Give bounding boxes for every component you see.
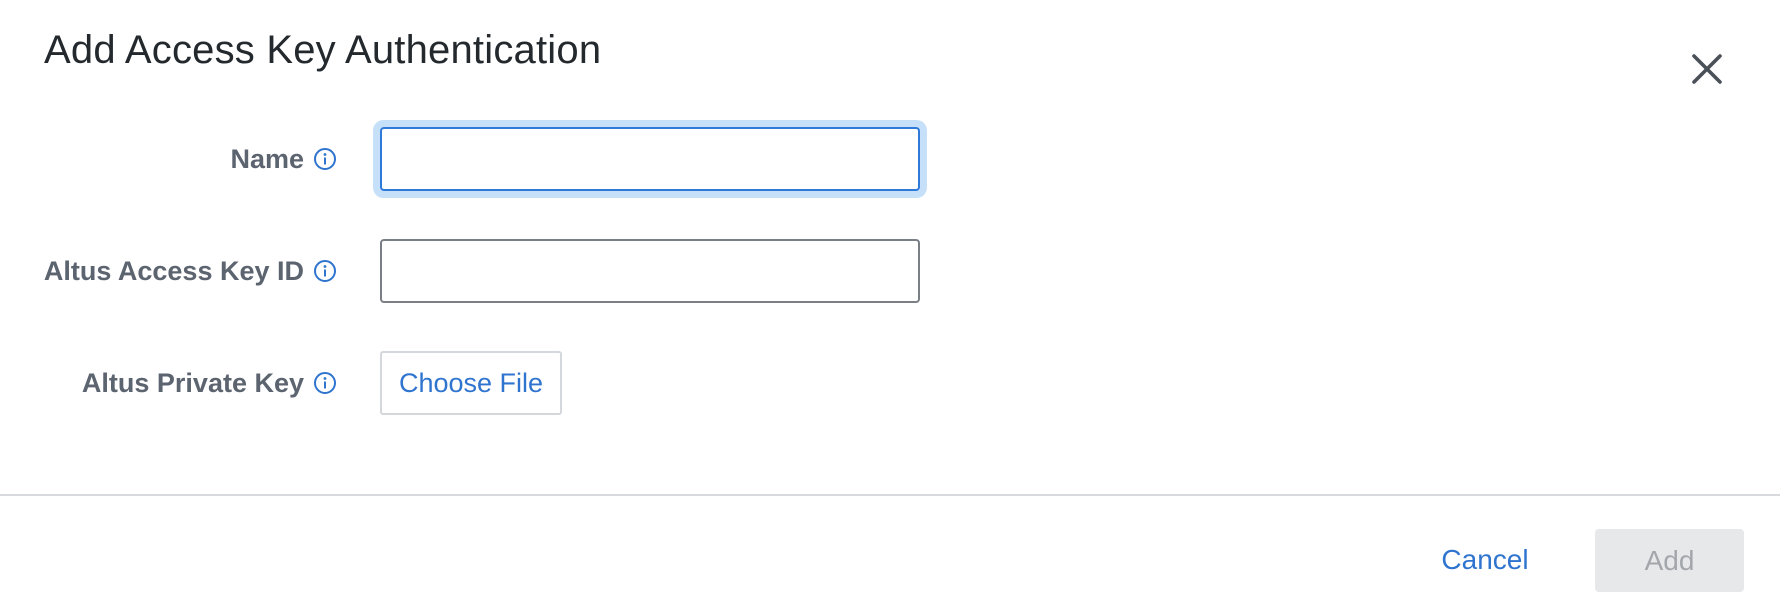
footer-divider [0,494,1780,496]
close-icon [1692,54,1722,84]
info-circle-icon[interactable] [313,147,337,171]
cancel-button[interactable]: Cancel [1420,530,1550,590]
access-key-id-label: Altus Access Key ID [43,256,304,286]
info-circle-icon[interactable] [313,259,337,283]
add-button[interactable]: Add [1595,529,1744,592]
add-access-key-dialog: Add Access Key Authentication Name Altus… [0,0,1780,614]
close-button[interactable] [1682,44,1732,94]
dialog-title: Add Access Key Authentication [44,28,602,72]
choose-file-button[interactable]: Choose File [380,351,562,415]
access-key-id-input[interactable] [380,239,920,303]
access-key-id-row: Altus Access Key ID [0,238,1000,304]
name-input[interactable] [380,127,920,191]
private-key-row: Altus Private Key Choose File [0,350,1000,416]
info-circle-icon[interactable] [313,371,337,395]
name-row: Name [0,126,1000,192]
private-key-label: Altus Private Key [81,368,304,398]
name-label: Name [230,144,304,174]
